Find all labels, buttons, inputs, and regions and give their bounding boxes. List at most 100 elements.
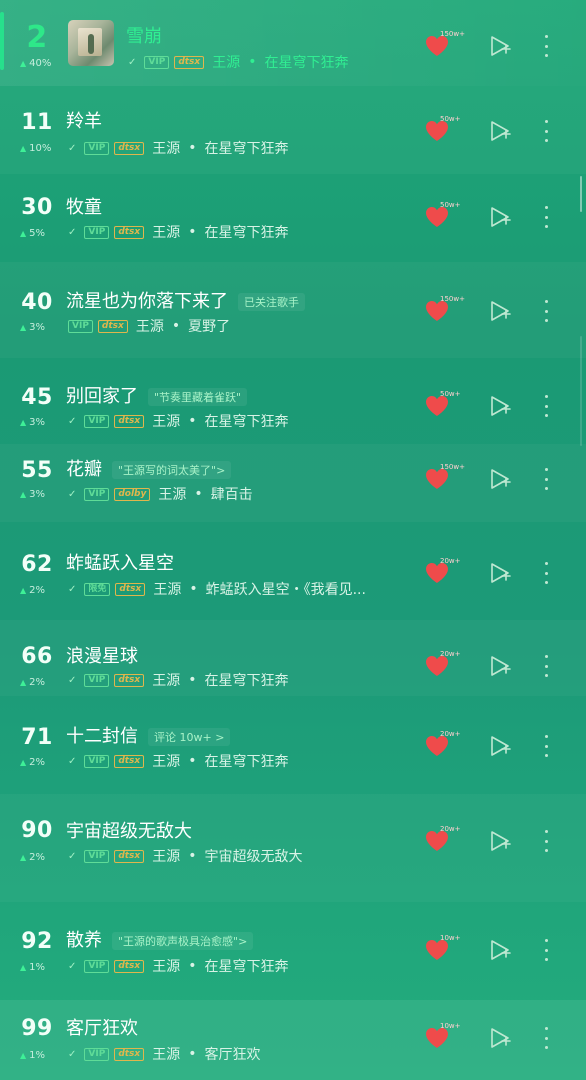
- song-title[interactable]: 流星也为你落下来了 已关注歌手: [66, 287, 305, 313]
- song-title[interactable]: 牧童: [66, 193, 102, 219]
- song-title[interactable]: 羚羊: [66, 107, 102, 133]
- trend-up-icon: ▲: [20, 853, 27, 862]
- quality-badge: dtsx: [97, 319, 128, 333]
- rank-number: 11: [21, 110, 53, 135]
- song-meta: ✓ VIP dtsx 王源 • 在星穹下狂奔: [68, 138, 289, 158]
- artist-name[interactable]: 王源: [152, 1044, 180, 1064]
- song-meta: ✓ VIP dtsx 王源 • 客厅狂欢: [68, 1044, 261, 1064]
- more-dot: [544, 1046, 548, 1049]
- album-name[interactable]: 在星穹下狂奔: [205, 138, 289, 158]
- song-title[interactable]: 浪漫星球: [66, 642, 138, 668]
- play-add-icon[interactable]: [488, 561, 512, 585]
- more-vertical-icon[interactable]: [541, 35, 551, 57]
- like-count: 150w+: [440, 463, 465, 471]
- song-title[interactable]: 雪崩: [126, 22, 162, 48]
- play-add-icon[interactable]: [488, 119, 512, 143]
- more-vertical-icon[interactable]: [541, 830, 551, 852]
- quality-badge: VIP: [84, 1047, 110, 1061]
- more-vertical-icon[interactable]: [541, 939, 551, 961]
- play-add-icon[interactable]: [488, 394, 512, 418]
- song-tag[interactable]: "王源的歌声极具治愈感">: [112, 932, 254, 950]
- more-vertical-icon[interactable]: [541, 735, 551, 757]
- rank-change-value: 3%: [29, 417, 46, 428]
- song-title[interactable]: 花瓣 "王源写的词太美了">: [66, 455, 232, 481]
- artist-name[interactable]: 王源: [152, 222, 180, 242]
- album-name[interactable]: 在星穹下狂奔: [265, 52, 349, 72]
- song-title-text: 十二封信: [66, 726, 138, 747]
- downloaded-check-icon: ✓: [68, 674, 77, 686]
- rank-change-value: 40%: [29, 58, 52, 69]
- album-name[interactable]: 肆百击: [211, 484, 253, 504]
- artist-name[interactable]: 王源: [152, 670, 180, 690]
- song-title-text: 流星也为你落下来了: [66, 291, 228, 312]
- more-vertical-icon[interactable]: [541, 655, 551, 677]
- play-add-icon[interactable]: [488, 34, 512, 58]
- artist-name[interactable]: 王源: [152, 751, 180, 771]
- quality-badge: VIP: [84, 487, 110, 501]
- album-name[interactable]: 蚱蜢跃入星空・《我看见...: [206, 579, 366, 599]
- play-add-icon[interactable]: [488, 1026, 512, 1050]
- song-title[interactable]: 别回家了 "节奏里藏着雀跃": [66, 382, 248, 408]
- artist-name[interactable]: 王源: [153, 579, 181, 599]
- artist-name[interactable]: 王源: [136, 316, 164, 336]
- play-add-icon[interactable]: [488, 829, 512, 853]
- more-vertical-icon[interactable]: [541, 120, 551, 142]
- album-name[interactable]: 宇宙超级无敌大: [205, 846, 303, 866]
- artist-name[interactable]: 王源: [152, 846, 180, 866]
- quality-badge: dtsx: [114, 414, 145, 428]
- song-tag[interactable]: "节奏里藏着雀跃": [148, 388, 248, 406]
- more-dot: [544, 477, 548, 481]
- song-meta: ✓ VIP dolby 王源 • 肆百击: [68, 484, 253, 504]
- album-name[interactable]: 在星穹下狂奔: [205, 670, 289, 690]
- more-dot: [544, 581, 548, 584]
- artist-name[interactable]: 王源: [152, 956, 180, 976]
- play-add-icon[interactable]: [488, 654, 512, 678]
- quality-badge: dtsx: [114, 849, 145, 863]
- rank-change: ▲ 3%: [20, 322, 45, 333]
- album-name[interactable]: 在星穹下狂奔: [205, 222, 289, 242]
- song-title[interactable]: 客厅狂欢: [66, 1014, 138, 1040]
- song-title[interactable]: 宇宙超级无敌大: [66, 817, 192, 843]
- album-name[interactable]: 在星穹下狂奔: [205, 751, 289, 771]
- more-vertical-icon[interactable]: [541, 562, 551, 584]
- play-add-icon[interactable]: [488, 205, 512, 229]
- rank-change: ▲ 5%: [20, 228, 45, 239]
- album-name[interactable]: 客厅狂欢: [205, 1044, 261, 1064]
- album-cover[interactable]: [68, 20, 114, 66]
- more-dot: [544, 571, 548, 575]
- more-dot: [544, 139, 548, 142]
- more-vertical-icon[interactable]: [541, 300, 551, 322]
- artist-name[interactable]: 王源: [158, 484, 186, 504]
- more-vertical-icon[interactable]: [541, 1027, 551, 1049]
- song-tag[interactable]: "王源写的词太美了">: [112, 461, 232, 479]
- album-name[interactable]: 夏野了: [188, 316, 230, 336]
- quality-badge: VIP: [84, 225, 110, 239]
- scrollbar-thumb[interactable]: [580, 176, 582, 212]
- song-title[interactable]: 散养 "王源的歌声极具治愈感">: [66, 926, 254, 952]
- album-name[interactable]: 在星穹下狂奔: [205, 956, 289, 976]
- more-dot: [544, 839, 548, 843]
- song-title[interactable]: 十二封信 评论 10w+ >: [66, 722, 231, 748]
- song-tag[interactable]: 已关注歌手: [238, 293, 305, 311]
- quality-badge: VIP: [84, 959, 110, 973]
- play-add-icon[interactable]: [488, 734, 512, 758]
- song-meta: ✓ 限免 dtsx 王源 • 蚱蜢跃入星空・《我看见...: [68, 579, 366, 599]
- artist-name[interactable]: 王源: [212, 52, 240, 72]
- like-count: 50w+: [440, 115, 461, 123]
- artist-name[interactable]: 王源: [152, 411, 180, 431]
- more-dot: [544, 414, 548, 417]
- like-count: 150w+: [440, 295, 465, 303]
- play-add-icon[interactable]: [488, 299, 512, 323]
- song-title-text: 别回家了: [66, 386, 138, 407]
- separator-dot: •: [171, 318, 181, 334]
- play-add-icon[interactable]: [488, 938, 512, 962]
- more-vertical-icon[interactable]: [541, 468, 551, 490]
- more-vertical-icon[interactable]: [541, 395, 551, 417]
- rank-change: ▲ 1%: [20, 962, 45, 973]
- song-tag[interactable]: 评论 10w+ >: [148, 728, 231, 746]
- song-title[interactable]: 蚱蜢跃入星空: [66, 549, 174, 575]
- more-vertical-icon[interactable]: [541, 206, 551, 228]
- artist-name[interactable]: 王源: [152, 138, 180, 158]
- album-name[interactable]: 在星穹下狂奔: [205, 411, 289, 431]
- play-add-icon[interactable]: [488, 467, 512, 491]
